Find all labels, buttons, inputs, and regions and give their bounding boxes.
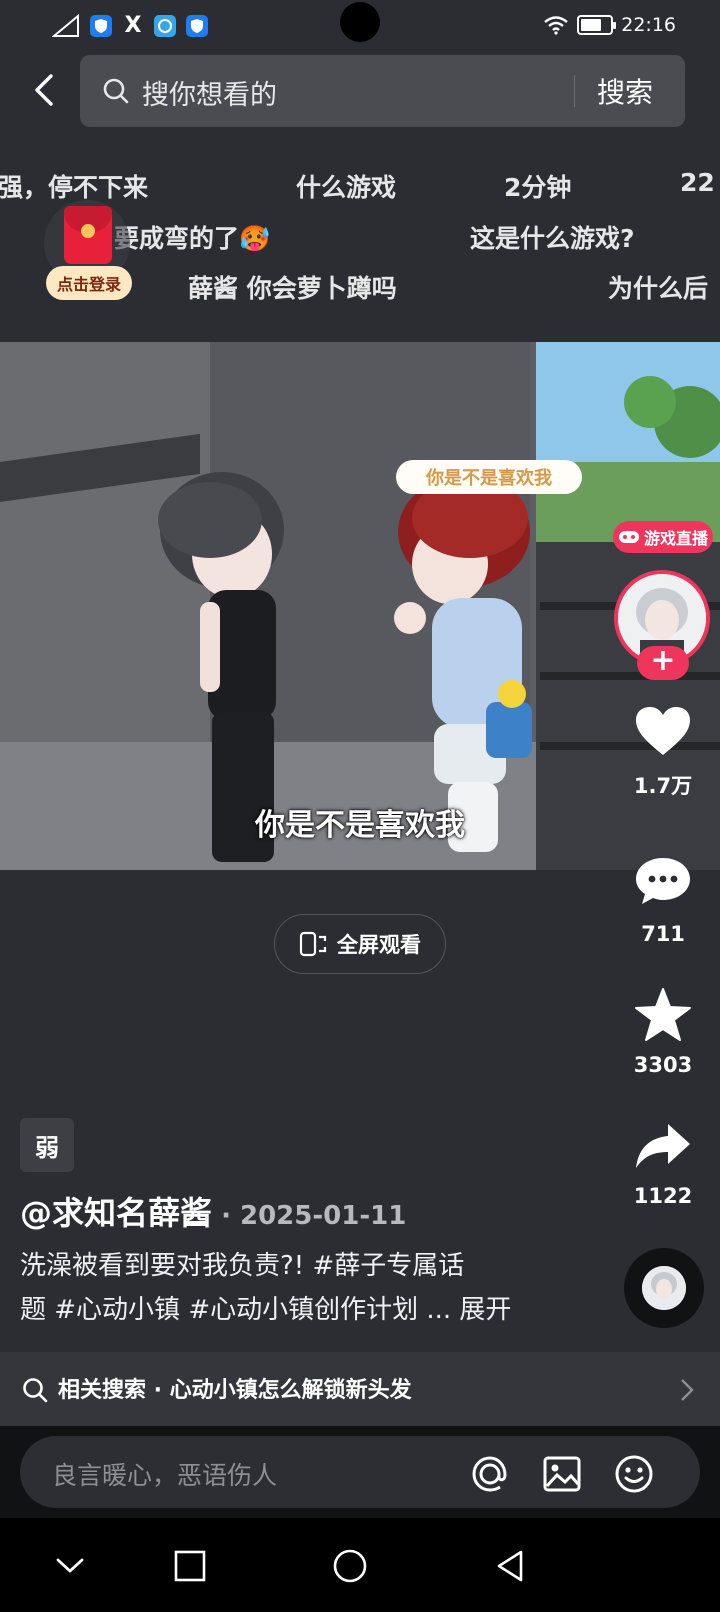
suggestion-chip[interactable]: 什么游戏 xyxy=(296,168,396,204)
comment-icon xyxy=(636,858,690,904)
music-disc-cover xyxy=(642,1266,686,1310)
shield-app-icon xyxy=(186,15,208,37)
ad-tag: 弱 xyxy=(20,1118,74,1172)
mention-button[interactable] xyxy=(468,1452,512,1496)
image-icon xyxy=(543,1456,581,1492)
share-icon xyxy=(636,1124,690,1168)
fullscreen-button[interactable]: 全屏观看 xyxy=(274,914,446,974)
screen: X 22:16 搜你想看的 搜索 强，停不下来 什么游戏 2分钟 22 要成弯的… xyxy=(0,0,720,1612)
triangle-back-icon xyxy=(497,1550,523,1582)
login-button[interactable]: 点击登录 xyxy=(46,266,132,300)
share-button[interactable] xyxy=(632,1116,694,1178)
star-icon xyxy=(635,988,691,1041)
system-nav-bar xyxy=(0,1518,720,1612)
red-packet-login[interactable]: 点击登录 xyxy=(42,198,138,306)
favorite-count: 3303 xyxy=(633,1053,693,1077)
date-separator: · xyxy=(212,1201,240,1231)
search-bar[interactable]: 搜你想看的 搜索 xyxy=(80,55,685,127)
like-count: 1.7万 xyxy=(633,774,693,798)
suggestion-chip[interactable]: 这是什么游戏? xyxy=(470,219,635,255)
status-right: 22:16 xyxy=(543,14,676,36)
status-bar: X 22:16 xyxy=(0,0,720,54)
signal-icon xyxy=(52,14,79,37)
related-search-label: 相关搜索 · 心动小镇怎么解锁新头发 xyxy=(58,1378,412,1403)
follow-button[interactable]: + xyxy=(637,646,689,680)
live-tag[interactable]: 游戏直播 xyxy=(613,521,713,553)
fullscreen-label: 全屏观看 xyxy=(337,933,421,957)
chevron-right-icon xyxy=(681,1379,694,1401)
favorite-button[interactable] xyxy=(632,984,694,1046)
chat-app-icon xyxy=(154,15,176,37)
shield-app-icon xyxy=(90,15,112,37)
fullscreen-icon xyxy=(299,931,327,957)
x-app-icon: X xyxy=(124,13,142,38)
search-divider xyxy=(574,75,575,107)
related-search[interactable]: 相关搜索 · 心动小镇怎么解锁新头发 xyxy=(0,1352,720,1426)
heart-icon xyxy=(636,707,690,755)
live-label: 游戏直播 xyxy=(643,529,708,548)
camera-cutout xyxy=(340,2,380,42)
speech-bubble: 你是不是喜欢我 xyxy=(396,460,582,494)
chevron-left-icon xyxy=(35,74,53,106)
clock: 22:16 xyxy=(621,14,676,36)
video-subtitle: 你是不是喜欢我 xyxy=(255,808,465,843)
emoji-button[interactable] xyxy=(612,1452,656,1496)
post-description-line2[interactable]: 题 #心动小镇 #心动小镇创作计划 ... 展开 xyxy=(20,1288,540,1332)
post-date: 2025-01-11 xyxy=(240,1201,407,1231)
at-icon xyxy=(472,1456,507,1492)
search-button[interactable]: 搜索 xyxy=(597,71,653,111)
search-input[interactable]: 搜你想看的 xyxy=(142,73,277,112)
comment-count: 711 xyxy=(641,922,685,946)
suggestion-chip[interactable]: 为什么后 xyxy=(608,269,708,305)
battery-icon xyxy=(577,15,617,35)
suggestion-chip[interactable]: 薛酱 你会萝卜蹲吗 xyxy=(188,269,397,305)
comment-bar: 良言暖心，恶语伤人 xyxy=(0,1426,720,1518)
square-icon xyxy=(174,1550,206,1582)
circle-icon xyxy=(333,1549,367,1583)
search-icon xyxy=(103,78,129,104)
battery-fill xyxy=(581,19,601,31)
image-button[interactable] xyxy=(540,1452,584,1496)
back-button[interactable] xyxy=(22,68,66,112)
share-count: 1122 xyxy=(633,1184,693,1208)
comment-placeholder: 良言暖心，恶语伤人 xyxy=(52,1461,278,1490)
nav-home-button[interactable] xyxy=(330,1546,370,1586)
author-name[interactable]: @求知名薛酱 xyxy=(20,1194,212,1232)
wifi-icon xyxy=(544,16,568,35)
post-description-line1[interactable]: 洗澡被看到要对我负责?! #薛子专属话 xyxy=(20,1244,540,1288)
chevron-down-icon xyxy=(56,1558,84,1573)
comment-button[interactable] xyxy=(632,850,694,912)
nav-recents-button[interactable] xyxy=(170,1546,210,1586)
coin-icon xyxy=(81,224,95,238)
nav-collapse-button[interactable] xyxy=(50,1546,90,1586)
status-left: X xyxy=(52,14,208,38)
comment-input[interactable]: 良言暖心，恶语伤人 xyxy=(20,1436,700,1508)
search-icon xyxy=(23,1378,48,1403)
emoji-icon xyxy=(615,1455,653,1493)
nav-back-button[interactable] xyxy=(490,1546,530,1586)
suggestion-chip[interactable]: 2分钟 xyxy=(504,168,571,204)
game-controller-icon xyxy=(618,531,639,543)
author-line[interactable]: @求知名薛酱 · 2025-01-11 xyxy=(20,1188,406,1234)
like-button[interactable] xyxy=(632,700,694,762)
music-disc[interactable] xyxy=(624,1248,704,1328)
suggestion-chip[interactable]: 22 xyxy=(680,168,715,197)
